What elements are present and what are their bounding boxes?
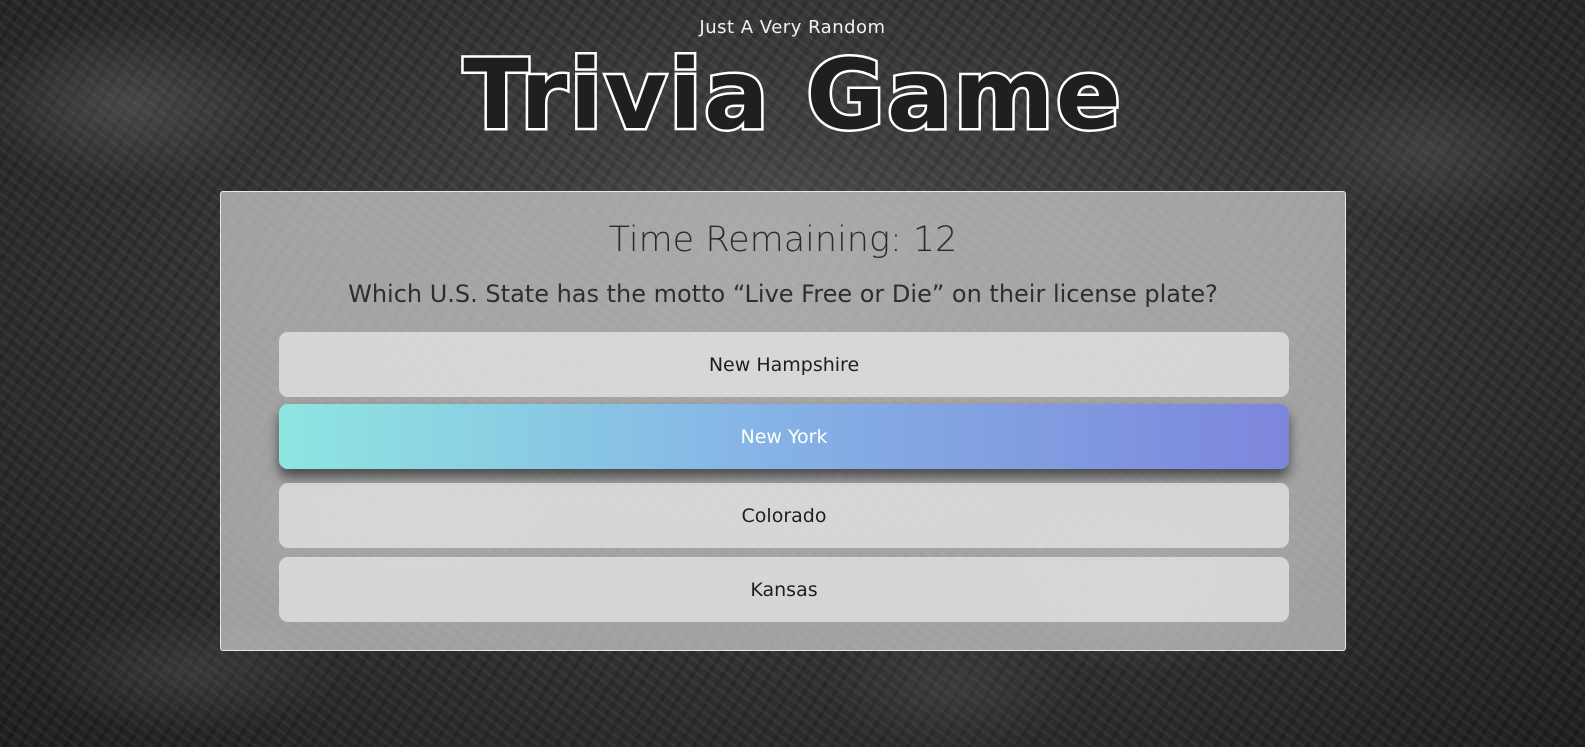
page-subtitle: Just A Very Random	[699, 17, 886, 38]
trivia-game-logo: Trivia Game	[460, 40, 1123, 140]
logo-title: Trivia Game	[0, 40, 1585, 140]
time-remaining: Time Remaining: 12	[608, 220, 958, 260]
answer-option[interactable]: Colorado	[279, 483, 1289, 548]
logo-text: Trivia Game	[460, 40, 1123, 140]
question-text: Which U.S. State has the motto “Live Fre…	[348, 280, 1218, 308]
question-card: Time Remaining: 12 Which U.S. State has …	[220, 191, 1346, 651]
answer-option[interactable]: New Hampshire	[279, 332, 1289, 397]
answer-option[interactable]: Kansas	[279, 557, 1289, 622]
page-title: Trivia Game	[463, 40, 1123, 140]
page-header: Just A Very Random	[0, 14, 1585, 42]
answer-option-hovered[interactable]: New York	[279, 404, 1289, 469]
